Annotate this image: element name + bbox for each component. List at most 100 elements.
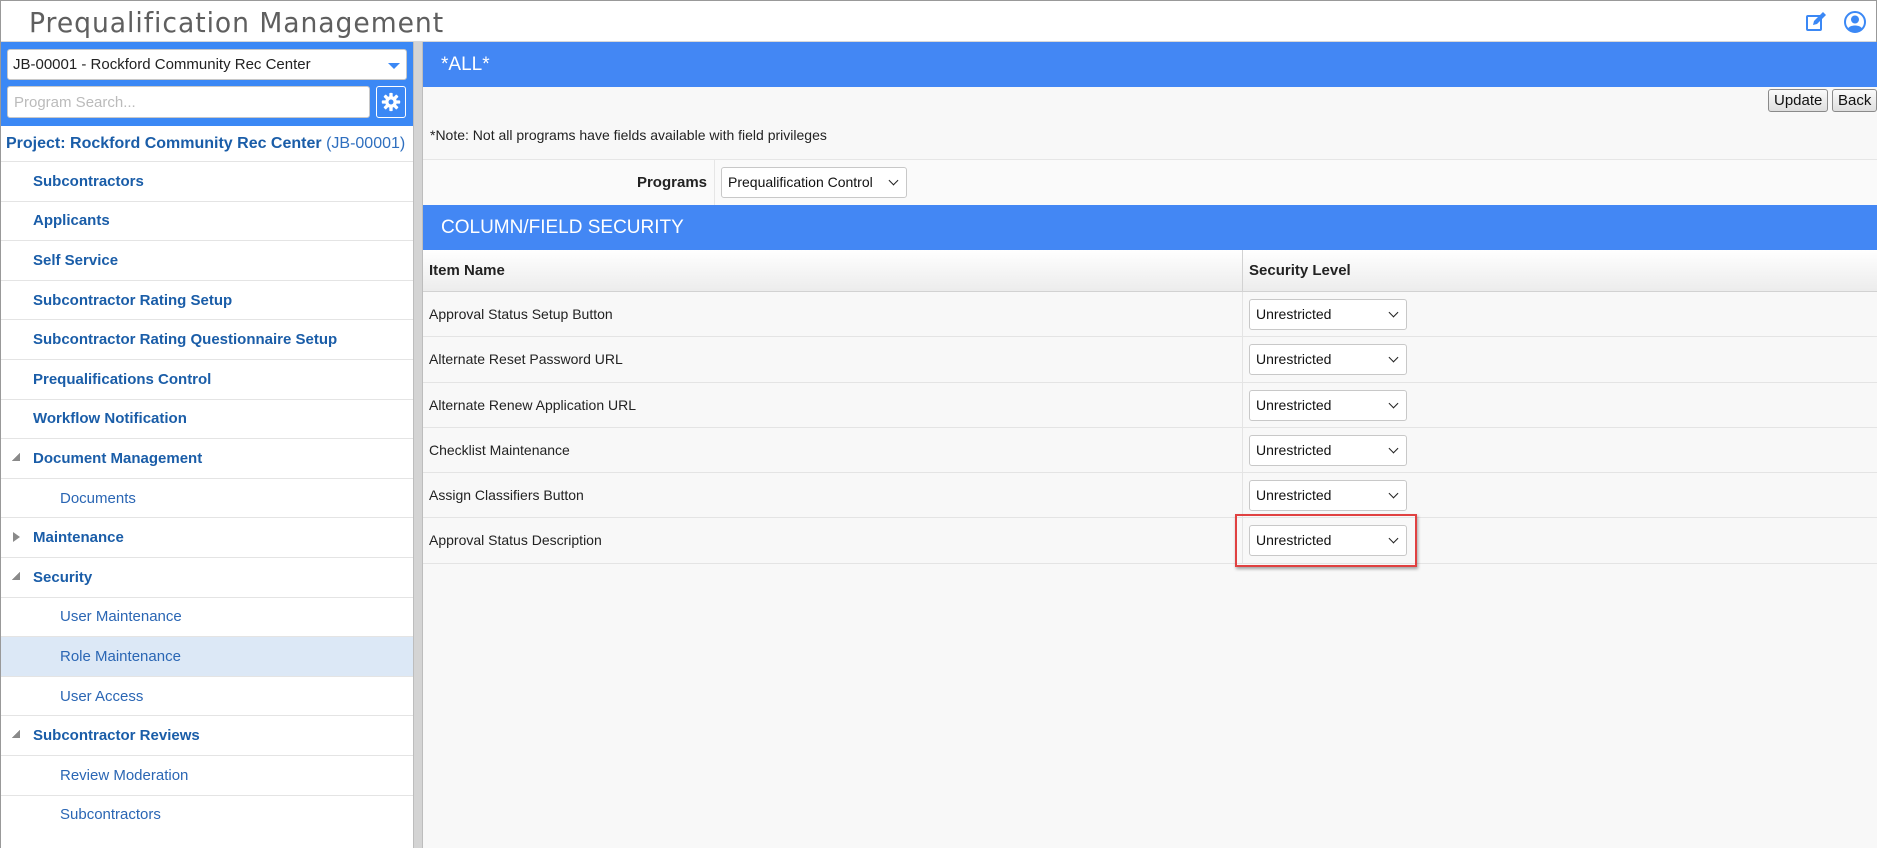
- sidebar-item[interactable]: Subcontractor Reviews: [1, 715, 413, 755]
- sidebar-item-label: Prequalifications Control: [33, 370, 212, 388]
- column-header-item-name: Item Name: [429, 262, 505, 279]
- security-level-select[interactable]: Unrestricted: [1249, 525, 1407, 557]
- sidebar-item[interactable]: Documents: [1, 477, 413, 518]
- sidebar-item-label: Role Maintenance: [60, 647, 181, 665]
- back-button[interactable]: Back: [1832, 89, 1877, 112]
- sidebar-item[interactable]: Prequalifications Control: [1, 358, 413, 399]
- privileges-note: *Note: Not all programs have fields avai…: [430, 127, 827, 143]
- project-code: (JB-00001): [326, 135, 406, 152]
- security-level-value: Unrestricted: [1256, 487, 1332, 504]
- item-name: Alternate Reset Password URL: [429, 351, 623, 368]
- sidebar-item[interactable]: Review Moderation: [1, 754, 413, 795]
- update-button[interactable]: Update: [1768, 89, 1829, 112]
- security-level-select[interactable]: Unrestricted: [1249, 389, 1407, 421]
- sidebar-item[interactable]: Subcontractor Rating Questionnaire Setup: [1, 319, 413, 359]
- program-nav: Subcontractors Applicants Self Service Subc…: [1, 161, 413, 834]
- programs-select[interactable]: Prequalification Control: [721, 167, 907, 198]
- program-search-input[interactable]: [7, 86, 370, 118]
- programs-select-value: Prequalification Control: [728, 174, 873, 190]
- divider: [1242, 473, 1243, 518]
- item-name: Approval Status Setup Button: [429, 306, 613, 322]
- panel-splitter[interactable]: [413, 42, 423, 848]
- divider: [1242, 518, 1243, 563]
- sidebar-item[interactable]: Workflow Notification: [1, 398, 413, 439]
- security-level-value: Unrestricted: [1256, 396, 1332, 413]
- column-header-security-level: Security Level: [1249, 262, 1351, 279]
- security-level-value: Unrestricted: [1256, 351, 1332, 368]
- project-select-value: JB-00001 - Rockford Community Rec Center: [13, 56, 311, 73]
- sidebar-item[interactable]: Subcontractors: [1, 161, 413, 201]
- app-header: Prequalification Management: [1, 1, 1876, 42]
- item-name: Alternate Renew Application URL: [429, 396, 637, 413]
- divider: [1242, 292, 1243, 337]
- divider: [714, 160, 715, 206]
- main-panel: *ALL* Update Back *Note: Not all program…: [423, 42, 1877, 848]
- left-panel: JB-00001 - Rockford Community Rec Center: [1, 42, 413, 848]
- chevron-down-icon: [1388, 398, 1399, 409]
- security-level-select[interactable]: Unrestricted: [1249, 480, 1407, 512]
- sidebar-item-label: Workflow Notification: [33, 410, 187, 428]
- expanded-triangle-icon[interactable]: [12, 453, 20, 462]
- sidebar-item-label: Review Moderation: [60, 766, 189, 784]
- user-profile-icon[interactable]: [1843, 10, 1867, 34]
- chevron-down-icon: [1388, 307, 1399, 318]
- sidebar-item-label: User Maintenance: [60, 608, 182, 626]
- sidebar-item[interactable]: Self Service: [1, 240, 413, 280]
- table-row: Alternate Reset Password URL Unrestricted: [423, 337, 1877, 383]
- app-title: Prequalification Management: [29, 6, 445, 39]
- sidebar-item[interactable]: Subcontractors: [1, 794, 413, 835]
- project-select[interactable]: JB-00001 - Rockford Community Rec Center: [7, 49, 407, 80]
- sidebar-item-label: Subcontractors: [60, 806, 161, 824]
- sidebar-item-label: Documents: [60, 489, 136, 507]
- divider: [1242, 382, 1243, 427]
- item-name: Assign Classifiers Button: [429, 487, 584, 504]
- sidebar-item-label: Document Management: [33, 449, 203, 467]
- sidebar-item[interactable]: Subcontractor Rating Setup: [1, 279, 413, 320]
- sidebar-item-label: Subcontractor Reviews: [33, 727, 200, 745]
- sidebar-item-label: Maintenance: [33, 529, 124, 547]
- sidebar-item[interactable]: Security: [1, 556, 413, 597]
- sidebar-item[interactable]: Document Management: [1, 438, 413, 478]
- sidebar-item[interactable]: Role Maintenance: [1, 636, 413, 676]
- project-name: Project: Rockford Community Rec Center: [6, 135, 322, 152]
- divider: [1242, 250, 1243, 292]
- caret-down-icon: [388, 63, 400, 69]
- settings-button[interactable]: [376, 86, 406, 118]
- project-link[interactable]: Project: Rockford Community Rec Center (…: [6, 135, 405, 153]
- table-row: Approval Status Description Unrestricted: [423, 514, 1877, 568]
- programs-label: Programs: [636, 174, 707, 191]
- sidebar-item-label: Self Service: [33, 251, 119, 269]
- table-row: Assign Classifiers Button Unrestricted: [423, 473, 1877, 519]
- chevron-down-icon: [888, 175, 899, 186]
- security-level-select[interactable]: Unrestricted: [1249, 299, 1407, 330]
- sidebar-item-label: Subcontractors: [33, 172, 144, 190]
- item-name: Approval Status Description: [429, 532, 602, 549]
- left-panel-toolbar: JB-00001 - Rockford Community Rec Center: [1, 42, 413, 126]
- chevron-down-icon: [1388, 443, 1399, 454]
- sidebar-item-label: Subcontractor Rating Setup: [33, 291, 233, 309]
- security-level-select[interactable]: Unrestricted: [1249, 434, 1407, 466]
- expanded-triangle-icon[interactable]: [12, 730, 20, 739]
- security-level-value: Unrestricted: [1256, 532, 1332, 549]
- security-level-value: Unrestricted: [1256, 306, 1332, 322]
- edit-pencil-icon[interactable]: [1804, 10, 1828, 34]
- sidebar-item[interactable]: Applicants: [1, 200, 413, 241]
- expanded-triangle-icon[interactable]: [12, 571, 20, 580]
- sidebar-item[interactable]: User Access: [1, 675, 413, 716]
- section-title: COLUMN/FIELD SECURITY: [423, 205, 1877, 250]
- sidebar-item[interactable]: Maintenance: [1, 517, 413, 557]
- item-name: Checklist Maintenance: [429, 441, 570, 458]
- security-level-value: Unrestricted: [1256, 441, 1332, 458]
- table-header: Item Name Security Level: [423, 250, 1877, 292]
- table-row: Alternate Renew Application URL Unrestric…: [423, 382, 1877, 428]
- sidebar-item-label: User Access: [60, 687, 144, 705]
- table-row: Approval Status Setup Button Unrestricted: [423, 292, 1877, 338]
- collapsed-triangle-icon[interactable]: [13, 532, 20, 543]
- security-table-body: Approval Status Setup Button Unrestricted…: [423, 292, 1877, 568]
- sidebar-item[interactable]: User Maintenance: [1, 596, 413, 637]
- sidebar-item-label: Security: [33, 568, 93, 586]
- security-level-select[interactable]: Unrestricted: [1249, 344, 1407, 376]
- gear-icon: [381, 92, 401, 112]
- sidebar-item-label: Applicants: [33, 212, 110, 230]
- divider: [1242, 337, 1243, 382]
